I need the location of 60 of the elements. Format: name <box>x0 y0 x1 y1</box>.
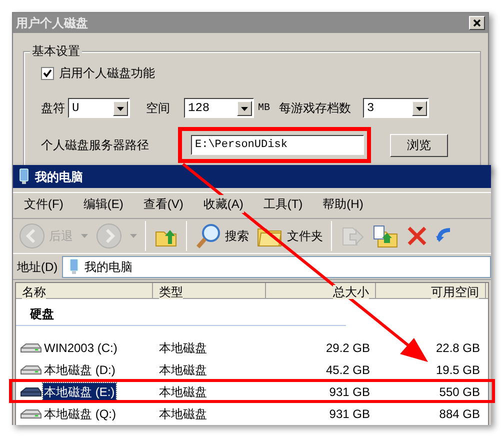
dropdown-arrow-icon <box>81 234 88 238</box>
toolbar-button[interactable] <box>406 225 428 247</box>
dropdown[interactable]: 3 <box>363 98 430 118</box>
table-cell-text: 884 GB <box>438 406 481 423</box>
close-icon <box>473 19 481 27</box>
group-title: 基本设置 <box>30 43 82 59</box>
table-cell-text: 22.8 GB <box>434 340 481 357</box>
address-label: 地址(D) <box>17 258 58 276</box>
drive-name[interactable]: WIN2003 (C:) <box>43 339 118 357</box>
table-cell-text: 本地磁盘 <box>158 340 208 357</box>
drive-icon <box>20 386 42 398</box>
column-header[interactable]: 可用空间 <box>431 285 479 299</box>
drive-name[interactable]: 本地磁盘 (D:) <box>43 361 116 379</box>
menu-item[interactable]: 编辑(E) <box>82 195 124 213</box>
toolbar-button[interactable]: 搜索 <box>195 223 249 249</box>
menu-item[interactable]: 收藏(A) <box>202 195 244 213</box>
field-label: 空间 <box>146 100 170 117</box>
table-cell-text: 本地磁盘 <box>158 362 208 379</box>
drive-icon <box>20 364 42 376</box>
menu-item[interactable]: 查看(V) <box>142 195 184 213</box>
dropdown[interactable]: 128 <box>184 98 254 118</box>
column-header[interactable]: 类型 <box>159 285 183 299</box>
computer-icon <box>66 258 81 275</box>
unit-label: MB <box>258 102 270 116</box>
menu-item[interactable]: 文件(F) <box>23 195 64 213</box>
path-field[interactable]: E:\PersonUDisk <box>191 135 364 155</box>
toolbar-button[interactable]: 文件夹 <box>257 225 323 247</box>
table-cell-text: 550 GB <box>438 384 481 401</box>
dropdown[interactable]: U <box>68 98 130 118</box>
dropdown-arrow-icon <box>130 234 137 238</box>
toolbar-button[interactable] <box>372 224 398 248</box>
drive-icon <box>20 342 42 354</box>
table-cell-text: 本地磁盘 <box>158 384 208 401</box>
folder-copy-icon <box>372 224 398 248</box>
delete-icon <box>406 225 428 247</box>
menu-item[interactable]: 帮助(H) <box>322 195 364 213</box>
column-header[interactable]: 名称 <box>22 285 46 299</box>
checkbox[interactable] <box>41 66 54 80</box>
checkbox-label: 启用个人磁盘功能 <box>59 65 155 82</box>
drive-icon <box>20 408 42 420</box>
field-label: 个人磁盘服务器路径 <box>41 137 150 154</box>
window-title: 我的电脑 <box>35 168 83 186</box>
computer-icon <box>17 168 31 185</box>
field-label: 盘符 <box>41 100 65 117</box>
window-title: 用户个人磁盘 <box>16 15 88 32</box>
group-heading: 硬盘 <box>16 305 346 326</box>
browse-button[interactable]: 浏览 <box>390 134 448 156</box>
drive-name[interactable]: 本地磁盘 (E:) <box>43 383 116 401</box>
close-button[interactable] <box>469 16 485 30</box>
table-cell-text: 931 GB <box>328 406 371 423</box>
table-cell-text: 45.2 GB <box>324 362 371 379</box>
table-cell-text: 29.2 GB <box>324 340 371 357</box>
drive-name[interactable]: 本地磁盘 (Q:) <box>43 405 117 423</box>
field-label: 每游戏存档数 <box>279 100 352 117</box>
column-header[interactable]: 总大小 <box>333 285 369 299</box>
table-cell-text: 931 GB <box>328 384 371 401</box>
magnifier-icon <box>195 223 221 249</box>
address-field[interactable]: 我的电脑 <box>62 256 491 278</box>
table-cell-text: 19.5 GB <box>434 362 481 379</box>
table-cell-text: 本地磁盘 <box>158 406 208 423</box>
